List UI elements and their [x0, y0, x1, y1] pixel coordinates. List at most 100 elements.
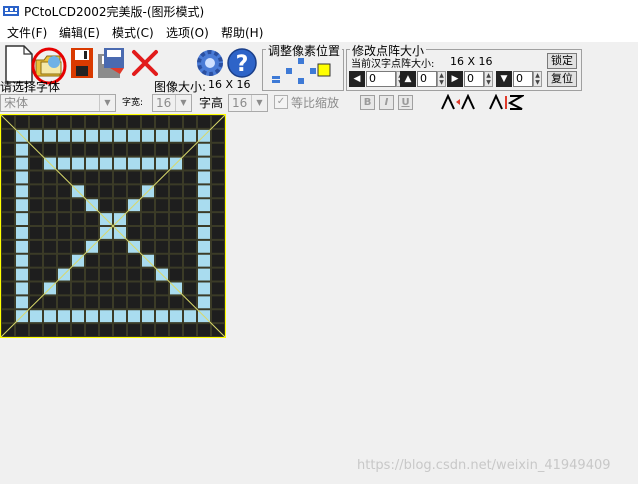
- pixel-off[interactable]: [142, 213, 154, 226]
- pixel-off[interactable]: [58, 116, 70, 128]
- pixel-off[interactable]: [86, 213, 98, 226]
- pixel-off[interactable]: [114, 171, 126, 184]
- pixel-off[interactable]: [184, 324, 196, 337]
- pixel-off[interactable]: [128, 296, 140, 309]
- pixel-off[interactable]: [156, 143, 168, 156]
- pixel-off[interactable]: [44, 268, 56, 281]
- pixel-off[interactable]: [2, 171, 14, 184]
- pixel-off[interactable]: [198, 324, 210, 337]
- pixel-off[interactable]: [156, 116, 168, 128]
- pixel-off[interactable]: [128, 185, 140, 198]
- pixel-on[interactable]: [86, 310, 98, 323]
- pixel-off[interactable]: [156, 185, 168, 198]
- shrink-right-icon[interactable]: ▶: [447, 71, 463, 87]
- pixel-off[interactable]: [2, 310, 14, 323]
- pixel-off[interactable]: [58, 185, 70, 198]
- pixel-off[interactable]: [2, 227, 14, 239]
- gear-icon[interactable]: [194, 46, 226, 80]
- pixel-off[interactable]: [142, 199, 154, 212]
- pixel-off[interactable]: [156, 296, 168, 309]
- pixel-off[interactable]: [156, 254, 168, 267]
- pixel-on[interactable]: [198, 143, 210, 156]
- pixel-off[interactable]: [2, 268, 14, 281]
- pixel-off[interactable]: [184, 199, 196, 212]
- pixel-off[interactable]: [212, 185, 224, 198]
- pixel-off[interactable]: [30, 171, 42, 184]
- pixel-on[interactable]: [86, 129, 98, 142]
- pixel-off[interactable]: [212, 143, 224, 156]
- pixel-off[interactable]: [2, 129, 14, 142]
- pixel-off[interactable]: [44, 227, 56, 239]
- pixel-off[interactable]: [142, 116, 154, 128]
- pixel-off[interactable]: [212, 268, 224, 281]
- pixel-off[interactable]: [100, 324, 112, 337]
- pixel-on[interactable]: [198, 254, 210, 267]
- pixel-off[interactable]: [170, 227, 182, 239]
- pixel-off[interactable]: [86, 143, 98, 156]
- pixel-off[interactable]: [30, 240, 42, 253]
- pixel-off[interactable]: [30, 185, 42, 198]
- pixel-on[interactable]: [142, 129, 154, 142]
- pixel-off[interactable]: [30, 157, 42, 170]
- pixel-off[interactable]: [100, 143, 112, 156]
- pixel-on[interactable]: [58, 157, 70, 170]
- pixel-off[interactable]: [212, 227, 224, 239]
- pixel-on[interactable]: [44, 129, 56, 142]
- pixel-off[interactable]: [72, 116, 84, 128]
- pixel-off[interactable]: [170, 296, 182, 309]
- menu-edit[interactable]: 编辑(E): [59, 24, 100, 41]
- char-width-select[interactable]: 16 ▼: [152, 94, 192, 112]
- pixel-off[interactable]: [30, 116, 42, 128]
- italic-button[interactable]: I: [379, 95, 394, 110]
- top-spin-arrows[interactable]: ▲ ▼: [437, 71, 446, 87]
- pixel-off[interactable]: [86, 254, 98, 267]
- pixel-off[interactable]: [128, 171, 140, 184]
- help-icon[interactable]: ?: [226, 46, 258, 80]
- pixel-off[interactable]: [44, 143, 56, 156]
- pixel-off[interactable]: [142, 143, 154, 156]
- pixel-off[interactable]: [142, 171, 154, 184]
- shrink-bottom-icon[interactable]: ▼: [496, 71, 512, 87]
- pixel-off[interactable]: [100, 171, 112, 184]
- pixel-off[interactable]: [58, 240, 70, 253]
- pixel-on[interactable]: [16, 199, 28, 212]
- pixel-off[interactable]: [184, 213, 196, 226]
- pixel-off[interactable]: [44, 116, 56, 128]
- pixel-off[interactable]: [170, 199, 182, 212]
- pixel-on[interactable]: [86, 157, 98, 170]
- bold-button[interactable]: B: [360, 95, 375, 110]
- pixel-off[interactable]: [30, 282, 42, 295]
- pixel-off[interactable]: [156, 227, 168, 239]
- pixel-off[interactable]: [212, 157, 224, 170]
- pixel-on[interactable]: [16, 240, 28, 253]
- pixel-off[interactable]: [128, 116, 140, 128]
- pixel-on[interactable]: [156, 129, 168, 142]
- pixel-off[interactable]: [72, 268, 84, 281]
- pixel-off[interactable]: [212, 240, 224, 253]
- pixel-off[interactable]: [72, 324, 84, 337]
- menu-options[interactable]: 选项(O): [166, 24, 209, 41]
- pixel-off[interactable]: [16, 324, 28, 337]
- font-select[interactable]: 宋体 ▼: [0, 94, 116, 112]
- close-icon[interactable]: [130, 48, 160, 78]
- scale-checkbox[interactable]: ✓: [274, 95, 288, 109]
- pixel-off[interactable]: [58, 143, 70, 156]
- pixel-off[interactable]: [156, 324, 168, 337]
- pixel-off[interactable]: [86, 282, 98, 295]
- shrink-left-icon[interactable]: ◀: [349, 71, 365, 87]
- pixel-off[interactable]: [156, 199, 168, 212]
- right-spin-arrows[interactable]: ▲ ▼: [484, 71, 493, 87]
- pixel-on[interactable]: [198, 157, 210, 170]
- pixel-off[interactable]: [100, 199, 112, 212]
- pixel-off[interactable]: [30, 199, 42, 212]
- pixel-off[interactable]: [72, 282, 84, 295]
- pixel-off[interactable]: [58, 199, 70, 212]
- menu-mode[interactable]: 模式(C): [112, 24, 154, 41]
- pixel-on[interactable]: [58, 310, 70, 323]
- pixel-off[interactable]: [184, 240, 196, 253]
- pixel-on[interactable]: [198, 227, 210, 239]
- pixel-off[interactable]: [30, 268, 42, 281]
- pixel-off[interactable]: [170, 116, 182, 128]
- pixel-off[interactable]: [142, 282, 154, 295]
- pixel-off[interactable]: [58, 282, 70, 295]
